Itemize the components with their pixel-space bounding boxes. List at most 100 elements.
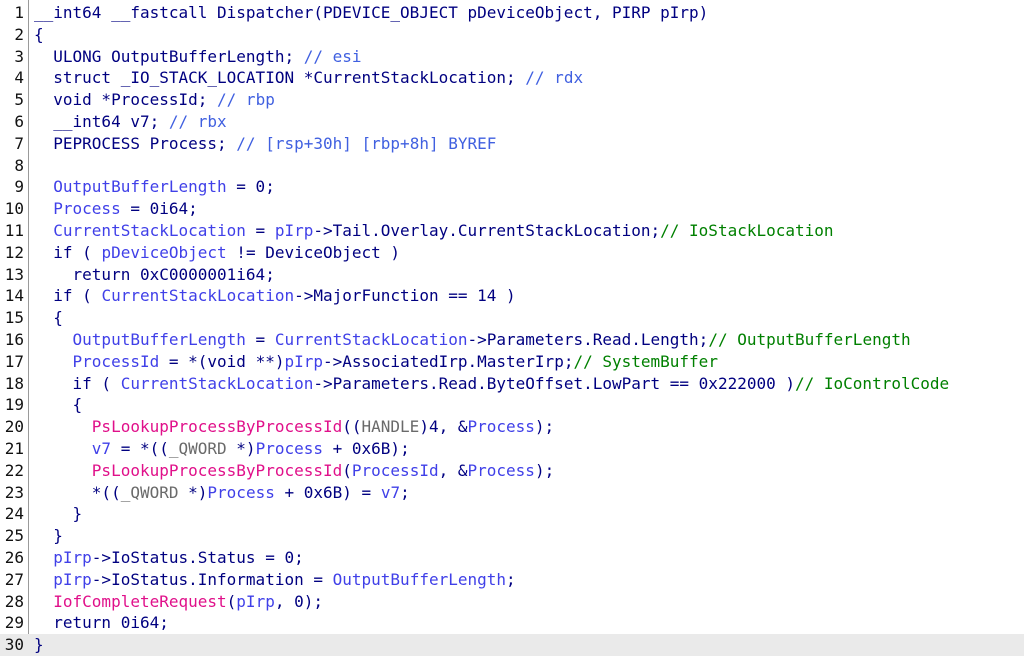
- code-token[interactable]: _QWORD: [169, 439, 227, 458]
- code-token[interactable]: OutputBufferLength: [53, 177, 226, 196]
- code-token[interactable]: // SystemBuffer: [573, 352, 718, 371]
- code-line[interactable]: 11 CurrentStackLocation = pIrp->Tail.Ove…: [0, 220, 1024, 242]
- code-token[interactable]: =: [246, 330, 275, 349]
- code-token[interactable]: pIrp: [284, 352, 323, 371]
- code-token[interactable]: ProcessId: [352, 461, 439, 480]
- code-token[interactable]: *((: [34, 483, 121, 502]
- code-token[interactable]: pIrp: [53, 548, 92, 567]
- code-token[interactable]: CurrentStackLocation: [275, 330, 468, 349]
- code-token[interactable]: struct _IO_STACK_LOCATION *CurrentStackL…: [34, 68, 525, 87]
- code-token[interactable]: Process: [207, 483, 274, 502]
- code-token[interactable]: // rdx: [525, 68, 583, 87]
- code-token[interactable]: v7: [381, 483, 400, 502]
- code-line[interactable]: 25 }: [0, 525, 1024, 547]
- code-token[interactable]: ->IoStatus.Status = 0;: [92, 548, 304, 567]
- code-line[interactable]: 7 PEPROCESS Process; // [rsp+30h] [rbp+8…: [0, 133, 1024, 155]
- code-line[interactable]: 12 if ( pDeviceObject != DeviceObject ): [0, 242, 1024, 264]
- code-token[interactable]: OutputBufferLength: [73, 330, 246, 349]
- code-line[interactable]: 24 }: [0, 503, 1024, 525]
- code-line[interactable]: 13 return 0xC0000001i64;: [0, 264, 1024, 286]
- code-token[interactable]: v7: [92, 439, 111, 458]
- code-token[interactable]: );: [535, 461, 554, 480]
- code-token[interactable]: = 0i64;: [121, 199, 197, 218]
- code-token[interactable]: ->MajorFunction == 14 ): [294, 286, 516, 305]
- code-line[interactable]: 21 v7 = *((_QWORD *)Process + 0x6B);: [0, 438, 1024, 460]
- code-line[interactable]: 4 struct _IO_STACK_LOCATION *CurrentStac…: [0, 67, 1024, 89]
- code-token[interactable]: [34, 330, 73, 349]
- code-line[interactable]: 1 __int64 __fastcall Dispatcher(PDEVICE_O…: [0, 2, 1024, 24]
- code-line[interactable]: 5 void *ProcessId; // rbp: [0, 89, 1024, 111]
- code-token[interactable]: [34, 570, 53, 589]
- code-token[interactable]: PEPROCESS Process;: [34, 134, 236, 153]
- code-token[interactable]: Process: [468, 461, 535, 480]
- code-token[interactable]: + 0x6B);: [323, 439, 410, 458]
- code-token[interactable]: if (: [34, 286, 101, 305]
- code-line[interactable]: 9 OutputBufferLength = 0;: [0, 176, 1024, 198]
- code-token[interactable]: + 0x6B) =: [275, 483, 381, 502]
- code-token[interactable]: != DeviceObject ): [227, 243, 400, 262]
- code-token[interactable]: // [rsp+30h] [rbp+8h] BYREF: [236, 134, 496, 153]
- code-line[interactable]: 6 __int64 v7; // rbx: [0, 111, 1024, 133]
- code-line[interactable]: 30}: [0, 634, 1024, 656]
- code-line[interactable]: 2{: [0, 24, 1024, 46]
- code-token[interactable]: {: [34, 395, 83, 414]
- code-token[interactable]: if (: [34, 374, 121, 393]
- code-token[interactable]: [34, 177, 53, 196]
- code-token[interactable]: // rbx: [169, 112, 227, 131]
- code-token[interactable]: [34, 417, 92, 436]
- code-line[interactable]: 22 PsLookupProcessByProcessId(ProcessId,…: [0, 460, 1024, 482]
- code-token[interactable]: pDeviceObject: [101, 243, 226, 262]
- code-token[interactable]: [34, 199, 53, 218]
- code-token[interactable]: pIrp: [53, 570, 92, 589]
- code-token[interactable]: ->IoStatus.Information =: [92, 570, 333, 589]
- code-token[interactable]: )4, &: [419, 417, 467, 436]
- code-token[interactable]: // esi: [304, 47, 362, 66]
- code-line[interactable]: 19 {: [0, 394, 1024, 416]
- code-token[interactable]: _QWORD: [121, 483, 179, 502]
- code-token[interactable]: // OutputBufferLength: [708, 330, 910, 349]
- code-line[interactable]: 18 if ( CurrentStackLocation->Parameters…: [0, 373, 1024, 395]
- code-token[interactable]: PsLookupProcessByProcessId: [92, 417, 342, 436]
- code-token[interactable]: ->Parameters.Read.ByteOffset.LowPart == …: [313, 374, 795, 393]
- code-token[interactable]: void *ProcessId;: [34, 90, 217, 109]
- code-token[interactable]: ((: [342, 417, 361, 436]
- code-token[interactable]: pIrp: [275, 221, 314, 240]
- code-token[interactable]: }: [34, 526, 63, 545]
- code-token[interactable]: HANDLE: [362, 417, 420, 436]
- code-line[interactable]: 23 *((_QWORD *)Process + 0x6B) = v7;: [0, 482, 1024, 504]
- code-token[interactable]: *): [179, 483, 207, 502]
- code-token[interactable]: // IoControlCode: [795, 374, 949, 393]
- code-token[interactable]: [34, 461, 92, 480]
- code-token[interactable]: // IoStackLocation: [660, 221, 833, 240]
- code-token[interactable]: ULONG OutputBufferLength;: [34, 47, 304, 66]
- code-token[interactable]: ;: [506, 570, 516, 589]
- code-token[interactable]: OutputBufferLength: [333, 570, 506, 589]
- code-token[interactable]: CurrentStackLocation: [53, 221, 246, 240]
- code-token[interactable]: Process: [467, 417, 534, 436]
- code-token[interactable]: (: [227, 592, 237, 611]
- code-line[interactable]: 16 OutputBufferLength = CurrentStackLoca…: [0, 329, 1024, 351]
- code-token[interactable]: {: [34, 308, 63, 327]
- code-token[interactable]: PsLookupProcessByProcessId: [92, 461, 342, 480]
- code-token[interactable]: [34, 592, 53, 611]
- code-token[interactable]: [34, 352, 73, 371]
- code-line[interactable]: 26 pIrp->IoStatus.Status = 0;: [0, 547, 1024, 569]
- code-line[interactable]: 20 PsLookupProcessByProcessId((HANDLE)4,…: [0, 416, 1024, 438]
- code-token[interactable]: ->Parameters.Read.Length;: [467, 330, 708, 349]
- code-line[interactable]: 10 Process = 0i64;: [0, 198, 1024, 220]
- code-token[interactable]: );: [535, 417, 554, 436]
- code-token[interactable]: return 0i64;: [34, 613, 169, 632]
- code-token[interactable]: ;: [400, 483, 410, 502]
- code-token[interactable]: CurrentStackLocation: [101, 286, 294, 305]
- code-token[interactable]: pIrp: [236, 592, 275, 611]
- code-token[interactable]: [34, 439, 92, 458]
- code-line[interactable]: 8: [0, 155, 1024, 177]
- code-line[interactable]: 29 return 0i64;: [0, 612, 1024, 634]
- code-token[interactable]: CurrentStackLocation: [121, 374, 314, 393]
- code-token[interactable]: return 0xC0000001i64;: [34, 265, 275, 284]
- code-token[interactable]: {: [34, 25, 44, 44]
- code-token[interactable]: [34, 548, 53, 567]
- code-token[interactable]: ProcessId: [73, 352, 160, 371]
- code-token[interactable]: // rbp: [217, 90, 275, 109]
- code-token[interactable]: Process: [256, 439, 323, 458]
